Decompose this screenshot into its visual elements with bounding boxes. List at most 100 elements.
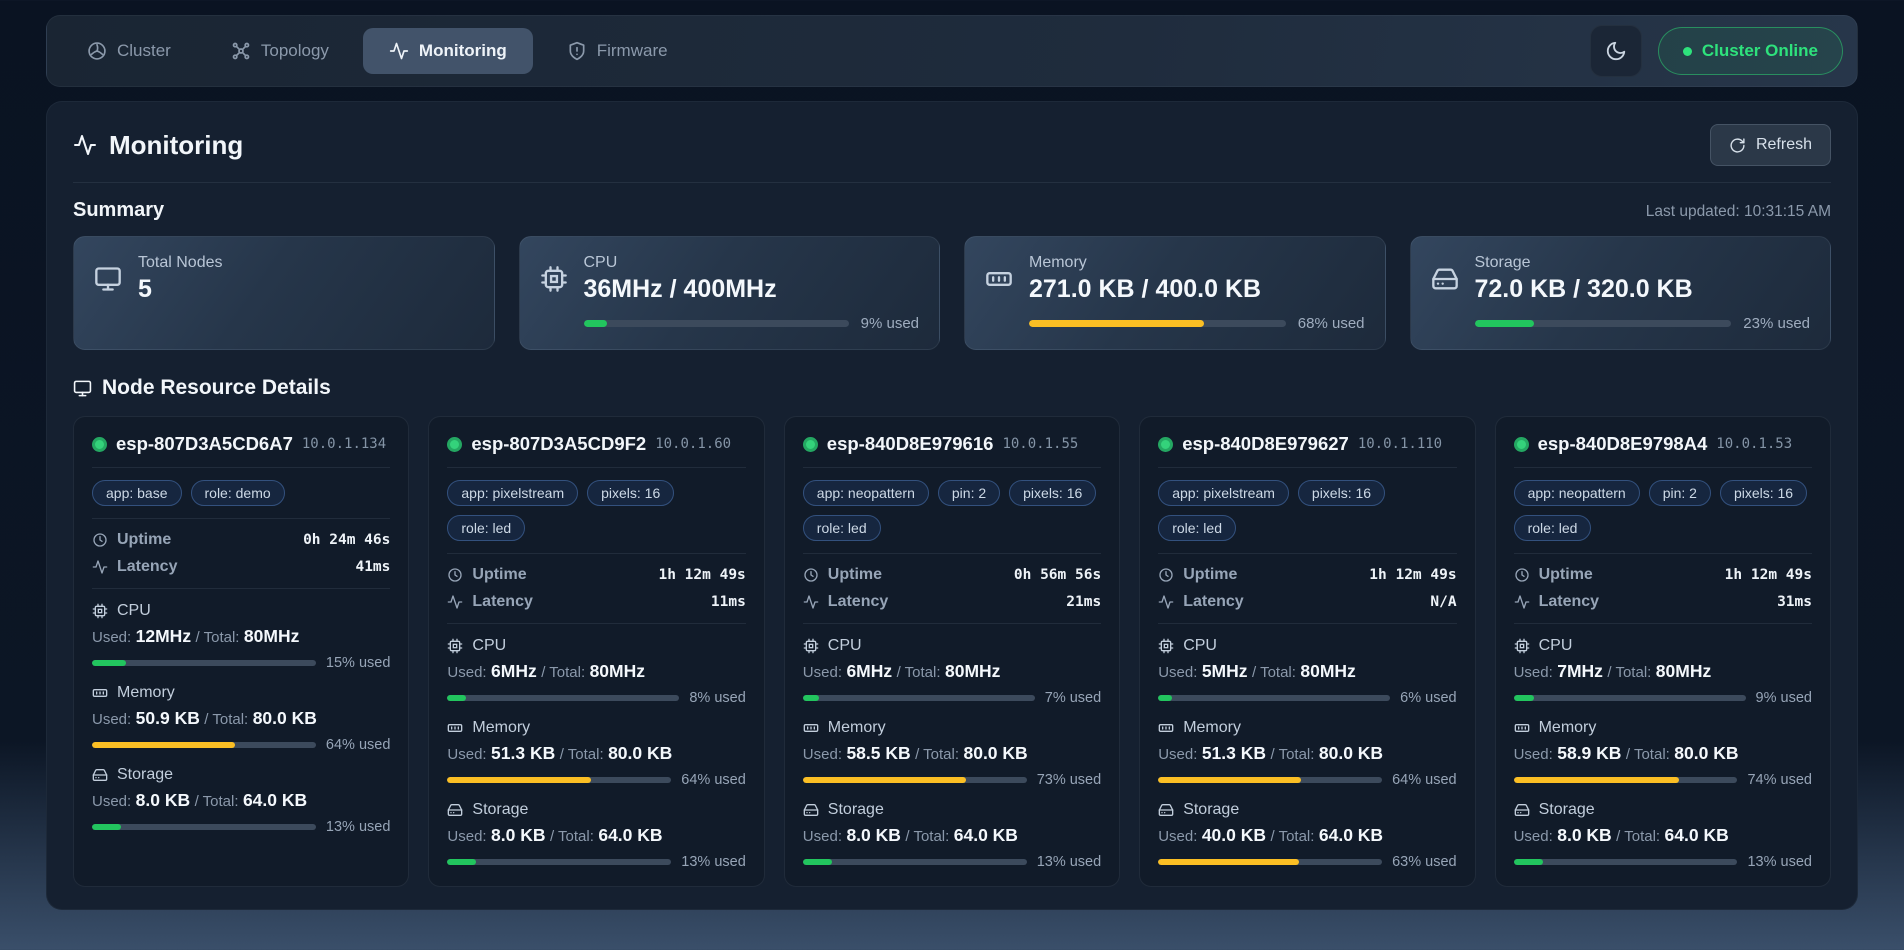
node-memory-section: Memory Used: 51.3 KB / Total: 80.0 KB 64… (447, 719, 745, 788)
activity-icon (1158, 594, 1174, 610)
uptime-row: Uptime 0h 56m 56s (803, 566, 1101, 584)
summary-card-total-nodes: Total Nodes 5 (73, 236, 495, 350)
node-ip: 10.0.1.134 (302, 436, 386, 452)
node-cpu-section: CPU Used: 5MHz / Total: 80MHz 6% used (1158, 637, 1456, 706)
summary-card-value: 72.0 KB / 320.0 KB (1475, 275, 1693, 304)
storage-usage-text: Used: 40.0 KB / Total: 64.0 KB (1158, 825, 1456, 846)
tab-firmware[interactable]: Firmware (541, 28, 694, 74)
uptime-row: Uptime 0h 24m 46s (92, 531, 390, 549)
memory-usage-text: Used: 58.9 KB / Total: 80.0 KB (1514, 743, 1812, 764)
node-status-dot-icon (92, 437, 107, 452)
latency-label: Latency (117, 558, 177, 576)
clock-icon (447, 567, 463, 583)
clock-icon (1514, 567, 1530, 583)
summary-card-value: 271.0 KB / 400.0 KB (1029, 275, 1261, 304)
tab-label: Firmware (597, 41, 668, 61)
storage-progress-bar (1475, 320, 1732, 327)
memory-percent-label: 64% used (326, 737, 391, 753)
node-status-dot-icon (1158, 437, 1173, 452)
node-tags: app: neopatternpin: 2pixels: 16role: led (803, 480, 1101, 541)
divider (1514, 467, 1812, 468)
cluster-online-button[interactable]: Cluster Online (1658, 27, 1843, 75)
latency-row: Latency 21ms (803, 593, 1101, 611)
node-details-heading-text: Node Resource Details (102, 376, 331, 400)
activity-icon (73, 133, 97, 157)
divider (92, 518, 390, 519)
cpu-icon (447, 638, 463, 654)
activity-icon (803, 594, 819, 610)
node-name: esp-807D3A5CD9F2 (471, 433, 646, 455)
hard-drive-icon (1514, 802, 1530, 818)
node-tag: role: led (447, 515, 525, 541)
node-cpu-section: CPU Used: 6MHz / Total: 80MHz 7% used (803, 637, 1101, 706)
summary-card-label: Memory (1029, 254, 1261, 272)
last-updated: Last updated: 10:31:15 AM (1646, 203, 1831, 221)
cpu-progress-bar (1158, 695, 1390, 701)
node-tag: role: led (803, 515, 881, 541)
network-nodes-icon (231, 41, 251, 61)
memory-progress-bar (1158, 777, 1382, 783)
panel-header: Monitoring Refresh (73, 124, 1831, 183)
node-tags: app: pixelstreampixels: 16role: led (1158, 480, 1456, 541)
memory-percent-label: 64% used (681, 772, 746, 788)
divider (1158, 553, 1456, 554)
cpu-icon (1514, 638, 1530, 654)
node-tags: app: baserole: demo (92, 480, 390, 506)
node-card: esp-840D8E979616 10.0.1.55 app: neopatte… (784, 416, 1120, 887)
cpu-percent-label: 9% used (1756, 690, 1812, 706)
hard-drive-icon (447, 802, 463, 818)
theme-toggle-button[interactable] (1590, 25, 1642, 77)
node-card: esp-840D8E979627 10.0.1.110 app: pixelst… (1139, 416, 1475, 887)
memory-stick-icon (1158, 720, 1174, 736)
divider (803, 467, 1101, 468)
uptime-label: Uptime (117, 531, 171, 549)
storage-label: Storage (472, 801, 528, 819)
node-name: esp-840D8E979627 (1182, 433, 1349, 455)
memory-progress-bar (1514, 777, 1738, 783)
node-card: esp-807D3A5CD6A7 10.0.1.134 app: baserol… (73, 416, 409, 887)
cpu-usage-text: Used: 7MHz / Total: 80MHz (1514, 661, 1812, 682)
node-tag: pin: 2 (938, 480, 1000, 506)
uptime-value: 1h 12m 49s (658, 567, 745, 583)
node-status-dot-icon (447, 437, 462, 452)
latency-value: N/A (1430, 594, 1456, 610)
shield-alert-icon (567, 41, 587, 61)
summary-card-label: Total Nodes (138, 254, 223, 272)
hard-drive-icon (803, 802, 819, 818)
tab-cluster[interactable]: Cluster (61, 28, 197, 74)
latency-label: Latency (1183, 593, 1243, 611)
cluster-online-label: Cluster Online (1702, 41, 1818, 61)
memory-usage-text: Used: 51.3 KB / Total: 80.0 KB (1158, 743, 1456, 764)
refresh-button[interactable]: Refresh (1710, 124, 1831, 166)
node-tags: app: neopatternpin: 2pixels: 16role: led (1514, 480, 1812, 541)
online-dot-icon (1683, 47, 1692, 56)
tab-topology[interactable]: Topology (205, 28, 355, 74)
summary-card-memory: Memory 271.0 KB / 400.0 KB 68% used (964, 236, 1386, 350)
cluster-pinwheel-icon (87, 41, 107, 61)
node-tag: app: neopattern (1514, 480, 1640, 506)
memory-stick-icon (985, 265, 1013, 293)
cpu-label: CPU (117, 602, 151, 620)
node-card: esp-807D3A5CD9F2 10.0.1.60 app: pixelstr… (428, 416, 764, 887)
memory-stick-icon (803, 720, 819, 736)
cpu-percent-label: 6% used (1400, 690, 1456, 706)
node-memory-section: Memory Used: 58.5 KB / Total: 80.0 KB 73… (803, 719, 1101, 788)
node-storage-section: Storage Used: 8.0 KB / Total: 64.0 KB 13… (803, 801, 1101, 870)
clock-icon (803, 567, 819, 583)
uptime-row: Uptime 1h 12m 49s (447, 566, 745, 584)
node-ip: 10.0.1.53 (1716, 436, 1792, 452)
hard-drive-icon (1431, 265, 1459, 293)
tab-label: Monitoring (419, 41, 507, 61)
node-tag: app: pixelstream (1158, 480, 1289, 506)
tab-monitoring[interactable]: Monitoring (363, 28, 533, 74)
cpu-usage-text: Used: 12MHz / Total: 80MHz (92, 626, 390, 647)
summary-grid: Total Nodes 5 CPU 36MHz / 400MHz 9% used (73, 236, 1831, 350)
storage-percent-label: 23% used (1743, 315, 1810, 332)
cpu-label: CPU (1539, 637, 1573, 655)
cpu-icon (92, 603, 108, 619)
uptime-label: Uptime (1183, 566, 1237, 584)
refresh-icon (1729, 137, 1746, 154)
cpu-label: CPU (828, 637, 862, 655)
node-storage-section: Storage Used: 8.0 KB / Total: 64.0 KB 13… (92, 766, 390, 835)
memory-usage-text: Used: 50.9 KB / Total: 80.0 KB (92, 708, 390, 729)
